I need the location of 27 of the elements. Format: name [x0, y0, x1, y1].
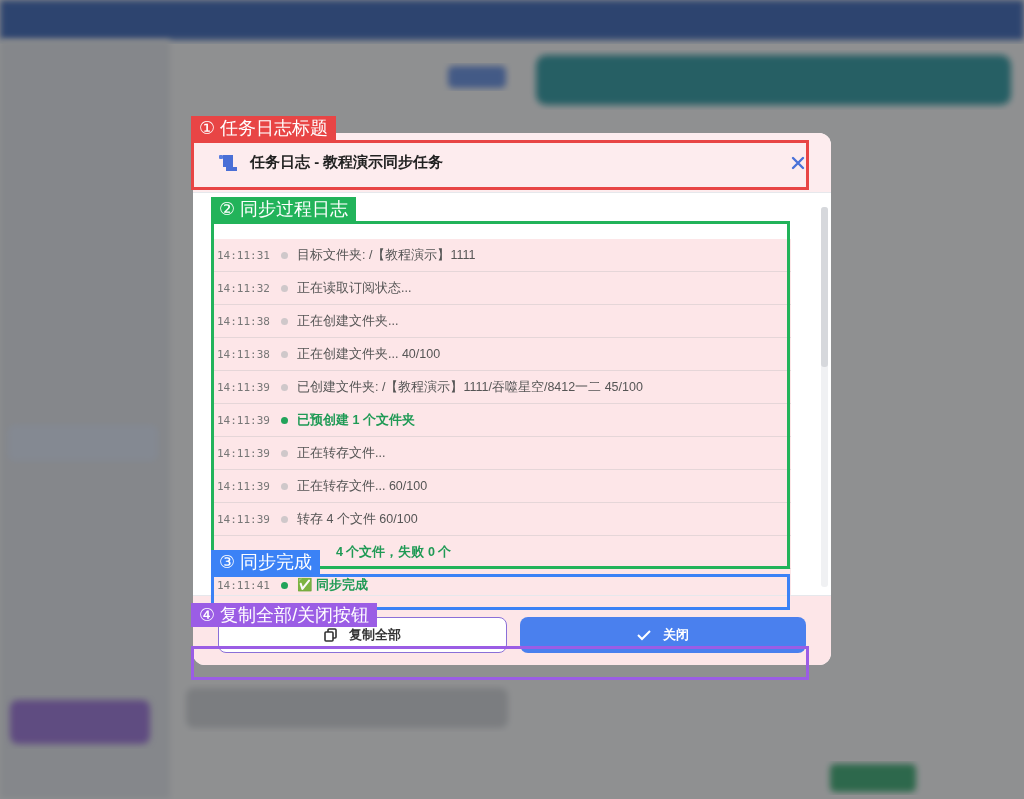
log-time: 14:11:39: [217, 479, 271, 493]
log-message: 正在读取订阅状态...: [297, 279, 412, 297]
close-button[interactable]: 关闭: [519, 617, 806, 653]
log-message: ✅ 同步完成: [297, 576, 369, 594]
annotation-label: ④ 复制全部/关闭按钮: [191, 603, 378, 627]
log-message: 已预创建 1 个文件夹: [297, 411, 415, 429]
log-time: 14:11:38: [217, 314, 271, 328]
annotation-label: ③ 同步完成: [211, 550, 321, 574]
log-time: 14:11:38: [217, 347, 271, 361]
log-message: 4 个文件，失败 0 个: [336, 543, 452, 561]
log-time: 14:11:41: [217, 578, 271, 592]
log-time: 14:11:39: [217, 512, 271, 526]
log-time: 14:11:39: [217, 380, 271, 394]
log-message: 转存 4 个文件 60/100: [297, 510, 418, 528]
log-message: 已创建文件夹: /【教程演示】1111/吞噬星空/8412一二 45/100: [297, 378, 643, 396]
log-message: 正在创建文件夹... 40/100: [297, 345, 441, 363]
log-message: 正在转存文件... 60/100: [297, 477, 428, 495]
log-time: 14:11:32: [217, 281, 271, 295]
log-time: 14:11:39: [217, 413, 271, 427]
log-message: 目标文件夹: /【教程演示】1111: [297, 246, 476, 264]
log-time: 14:11:39: [217, 446, 271, 460]
annotation-label: ② 同步过程日志: [211, 197, 357, 221]
log-message: 正在转存文件...: [297, 444, 386, 462]
log-time: 14:11:31: [217, 248, 271, 262]
dialog-title: 任务日志 - 教程演示同步任务: [250, 153, 445, 172]
log-message: 正在创建文件夹...: [297, 312, 399, 330]
annotation-label: ① 任务日志标题: [191, 116, 337, 140]
